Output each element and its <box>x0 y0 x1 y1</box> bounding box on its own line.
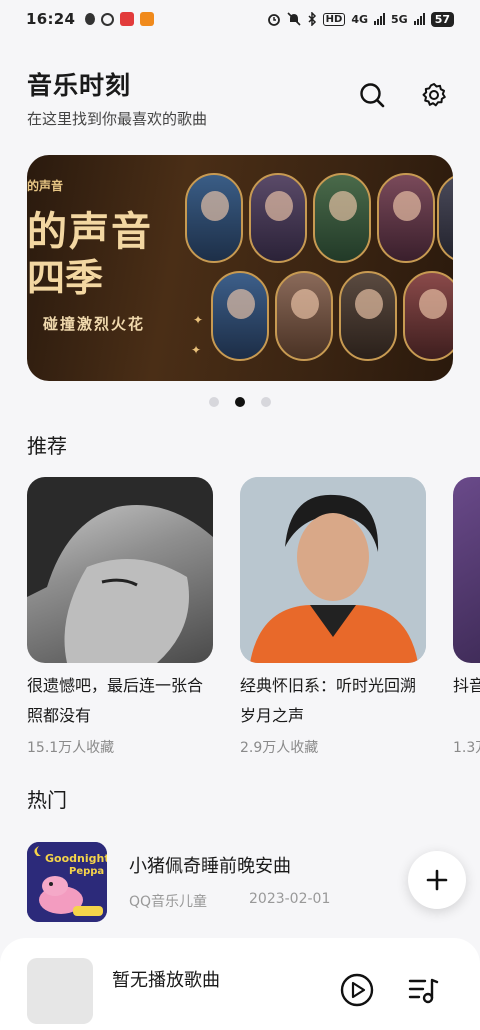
bluetooth-icon <box>308 12 316 26</box>
banner-tagline: 碰撞激烈火花 <box>43 315 146 333</box>
playlist-icon <box>408 978 439 1004</box>
play-icon <box>340 973 374 1007</box>
status-right: HD 4G 5G 57 <box>267 11 454 27</box>
banner-carousel[interactable]: 的声音 的声音 四季 碰撞激烈火花 ✦ ✦ <box>27 155 453 381</box>
anime-art <box>27 477 213 663</box>
artist-portrait <box>339 271 397 361</box>
artist-portrait <box>403 271 453 361</box>
player-artwork <box>27 958 93 1024</box>
cover-text-goodnight: Goodnight <box>45 852 107 865</box>
playlist-card[interactable]: 经典怀旧系：听时光回溯岁月之声 2.9万人收藏 <box>240 477 426 757</box>
carousel-dot[interactable] <box>261 397 271 407</box>
battery-indicator: 57 <box>430 11 454 27</box>
settings-button[interactable] <box>419 80 449 110</box>
now-playing-title: 暂无播放歌曲 <box>112 970 220 991</box>
alarm-icon <box>267 14 280 26</box>
banner-subtitle: 四季 <box>27 255 104 300</box>
carousel-indicator <box>0 397 480 407</box>
app-icon-4 <box>140 12 155 26</box>
playlist-name: 经典怀旧系：听时光回溯岁月之声 <box>240 676 417 725</box>
sparkle-icon: ✦ <box>193 313 204 327</box>
hot-song-item[interactable]: Goodnight Peppa 小猪佩奇睡前晚安曲 QQ音乐儿童 2023-02… <box>27 842 453 922</box>
artist-portrait <box>275 271 333 361</box>
mini-player[interactable]: 暂无播放歌曲 <box>0 938 480 1030</box>
net-5g-label: 5G <box>391 12 408 26</box>
status-time: 16:24 <box>26 10 76 28</box>
cover-text-peppa: Peppa <box>69 866 105 877</box>
playlist-cover <box>453 477 480 663</box>
playlist-card[interactable]: 抖音不这 1.3万 <box>453 477 480 757</box>
app-icon-3 <box>120 12 135 26</box>
artist-portrait <box>185 173 243 263</box>
page-title: 音乐时刻 <box>27 71 132 100</box>
sparkle-icon: ✦ <box>191 343 202 357</box>
playlist-cover <box>27 477 213 663</box>
carousel-dot[interactable] <box>209 397 219 407</box>
artist-portrait <box>211 271 269 361</box>
carousel-dot-active[interactable] <box>235 397 245 407</box>
header: 音乐时刻 在这里找到你最喜欢的歌曲 <box>27 66 453 130</box>
playlist-name: 抖音不这 <box>453 676 480 695</box>
artist-portrait <box>249 173 307 263</box>
hd-badge: HD <box>322 12 346 26</box>
song-title: 小猪佩奇睡前晚安曲 <box>129 856 291 877</box>
song-date: 2023-02-01 <box>249 891 331 907</box>
section-title-hot: 热门 <box>27 788 67 812</box>
playlist-name: 很遗憾吧，最后连一张合照都没有 <box>27 676 204 725</box>
app-icon-2 <box>101 12 115 26</box>
banner-badge: 的声音 <box>27 179 64 193</box>
notification-icons <box>85 12 155 26</box>
artist-portrait <box>377 173 435 263</box>
song-cover: Goodnight Peppa <box>27 842 107 922</box>
search-button[interactable] <box>357 80 387 110</box>
playlist-card[interactable]: 很遗憾吧，最后连一张合照都没有 15.1万人收藏 <box>27 477 213 757</box>
status-bar: 16:24 HD 4G 5G 57 <box>0 0 480 38</box>
playlist-cover <box>240 477 426 663</box>
search-icon <box>360 83 385 108</box>
recommend-list[interactable]: 很遗憾吧，最后连一张合照都没有 15.1万人收藏 经典怀旧系：听时光回溯岁月之声… <box>27 477 480 762</box>
net-4g-label: 4G <box>351 12 368 26</box>
mute-icon <box>287 12 301 26</box>
playlist-count: 15.1万人收藏 <box>27 740 115 756</box>
page-subtitle: 在这里找到你最喜欢的歌曲 <box>27 110 208 128</box>
artist-portrait <box>313 173 371 263</box>
artist-portrait <box>437 173 453 263</box>
signal-icon-1 <box>374 13 385 25</box>
playlist-count: 1.3万 <box>453 740 480 756</box>
add-button[interactable] <box>408 851 466 909</box>
portrait-art <box>240 477 426 663</box>
playlist-count: 2.9万人收藏 <box>240 740 319 756</box>
gear-icon <box>422 83 446 107</box>
signal-icon-2 <box>413 13 425 25</box>
play-button[interactable] <box>339 972 375 1008</box>
plus-icon <box>426 869 448 891</box>
song-source: QQ音乐儿童 <box>129 894 208 910</box>
section-title-recommend: 推荐 <box>27 434 67 458</box>
playlist-button[interactable] <box>405 972 441 1008</box>
app-icon-1 <box>85 13 96 25</box>
